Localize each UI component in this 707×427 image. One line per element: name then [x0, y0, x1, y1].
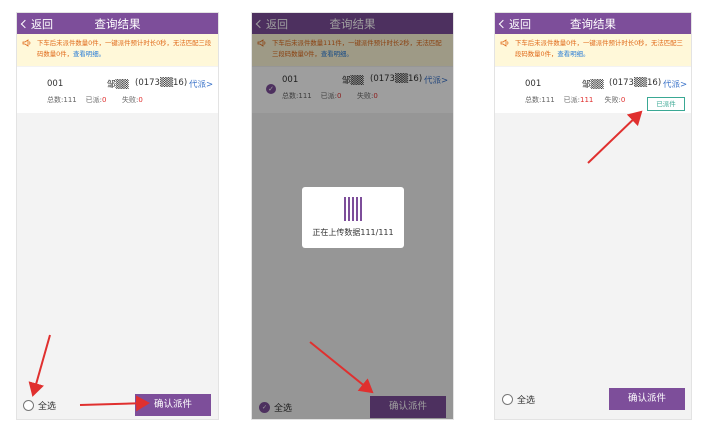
speaker-icon: [500, 39, 509, 47]
done-value: 0: [102, 96, 107, 104]
recipient-phone: (0173▒▒16): [135, 78, 188, 88]
page-title: 查询结果: [570, 17, 616, 31]
select-all-radio[interactable]: [23, 400, 34, 411]
recipient-name-text: 邹▒▒: [107, 80, 129, 90]
record-stats: 总数:111 已派:111 失败:0: [525, 95, 625, 105]
record-card[interactable]: 001 邹▒▒ (0173▒▒16) 代派> 总数:111 已派:0 失败:0: [17, 67, 218, 113]
top-bar: 返回 查询结果: [495, 13, 691, 34]
total-value: 111: [63, 96, 77, 104]
total-label: 总数:: [47, 96, 64, 104]
recipient-name-text: 邹▒▒: [582, 80, 604, 90]
upload-progress-text: 正在上传数据111/111: [312, 228, 394, 237]
recipient-name: 邹▒▒: [582, 78, 604, 90]
view-details-link[interactable]: 查看明细。: [73, 50, 105, 58]
done-value: 111: [580, 96, 594, 104]
record-number: 001: [525, 79, 542, 89]
top-bar: 返回 查询结果: [17, 13, 218, 34]
speaker-icon: [22, 39, 31, 47]
select-all-toggle[interactable]: 全选: [23, 399, 56, 412]
total-label: 总数:: [525, 96, 542, 104]
page-title: 查询结果: [94, 17, 141, 31]
total-value: 111: [541, 96, 555, 104]
fail-label: 失败:: [604, 96, 621, 104]
phone-screen-before: 返回 查询结果 下车后未派件数量0件，一键派件预计时长0秒，无法匹配三段码数量0…: [16, 12, 219, 420]
select-all-label: 全选: [38, 402, 57, 412]
notice-banner: 下车后未派件数量0件，一键派件预计时长0秒，无法匹配三段码数量0件，查看明细。: [17, 34, 218, 66]
agent-dispatch-link[interactable]: 代派>: [189, 78, 213, 90]
dispatched-badge: 已派件: [647, 97, 685, 111]
record-number: 001: [47, 79, 64, 89]
loading-bars-icon: [302, 197, 404, 221]
phone-screen-after: 返回 查询结果 下车后未派件数量0件，一键派件预计时长0秒，无法匹配三段码数量0…: [494, 12, 692, 420]
recipient-name: 邹▒▒: [107, 78, 129, 90]
select-all-radio[interactable]: [502, 394, 513, 405]
record-stats: 总数:111 已派:0 失败:0: [47, 95, 143, 105]
notice-banner: 下车后未派件数量0件，一键派件预计时长0秒，无法匹配三段码数量0件，查看明细。: [495, 34, 691, 66]
done-label: 已派:: [563, 96, 580, 104]
select-all-label: 全选: [517, 396, 536, 406]
select-all-toggle[interactable]: 全选: [502, 393, 535, 406]
phone-screen-uploading: 返回 查询结果 下车后未派件数量111件，一键派件预计时长2秒，无法匹配三段码数…: [251, 12, 454, 420]
confirm-dispatch-button[interactable]: 确认派件: [609, 388, 685, 410]
confirm-dispatch-button[interactable]: 确认派件: [135, 394, 211, 416]
view-details-link[interactable]: 查看明细。: [557, 50, 589, 58]
fail-label: 失败:: [122, 96, 139, 104]
recipient-phone: (0173▒▒16): [609, 78, 662, 88]
upload-progress-toast: 正在上传数据111/111: [302, 187, 404, 248]
fail-value: 0: [620, 96, 626, 104]
agent-dispatch-link[interactable]: 代派>: [663, 78, 687, 90]
done-label: 已派:: [85, 96, 102, 104]
notice-text: 下车后未派件数量0件，一键派件预计时长0秒，无法匹配三段码数量0件，: [37, 39, 212, 58]
notice-text: 下车后未派件数量0件，一键派件预计时长0秒，无法匹配三段码数量0件，: [515, 39, 683, 58]
fail-value: 0: [138, 96, 143, 104]
